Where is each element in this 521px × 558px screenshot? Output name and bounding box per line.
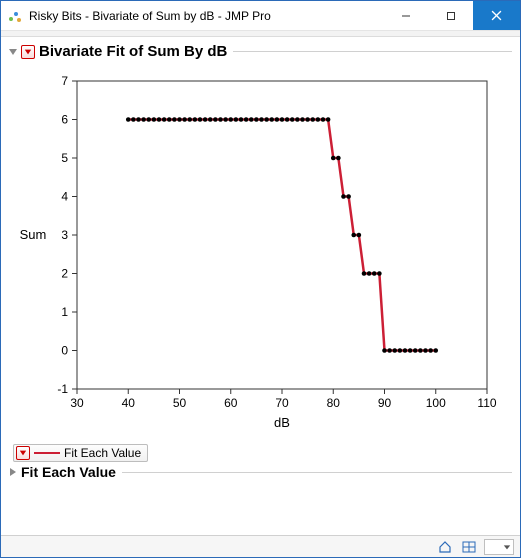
window-title: Risky Bits - Bivariate of Sum by dB - JM… xyxy=(29,9,383,23)
statusbar xyxy=(1,535,520,557)
legend-row: Fit Each Value xyxy=(7,442,512,462)
svg-text:7: 7 xyxy=(61,74,68,88)
panel-header: Bivariate Fit of Sum By dB xyxy=(7,43,512,60)
hotspot-menu-icon[interactable] xyxy=(21,45,35,59)
content-area: Bivariate Fit of Sum By dB 3040506070809… xyxy=(1,37,520,535)
svg-text:6: 6 xyxy=(61,113,68,127)
legend-hotspot-icon[interactable] xyxy=(16,446,30,460)
status-dropdown[interactable] xyxy=(484,539,514,555)
svg-text:3: 3 xyxy=(61,228,68,242)
svg-text:100: 100 xyxy=(425,396,445,410)
svg-text:80: 80 xyxy=(326,396,340,410)
disclosure-triangle-icon[interactable] xyxy=(7,46,19,58)
svg-text:60: 60 xyxy=(224,396,238,410)
subpanel-title: Fit Each Value xyxy=(21,464,116,480)
svg-text:70: 70 xyxy=(275,396,289,410)
chart[interactable]: 30 40 50 60 70 80 90 100 110 -1 0 1 2 3 4 5 6 7 dB Sum xyxy=(7,62,512,442)
window-controls xyxy=(383,1,520,30)
app-window: Risky Bits - Bivariate of Sum by dB - JM… xyxy=(0,0,521,558)
titlebar: Risky Bits - Bivariate of Sum by dB - JM… xyxy=(1,1,520,31)
legend-fit-each-value[interactable]: Fit Each Value xyxy=(13,444,148,462)
svg-text:30: 30 xyxy=(70,396,84,410)
disclosure-triangle-closed-icon[interactable] xyxy=(7,466,19,478)
title-rule xyxy=(122,472,512,473)
subpanel-header: Fit Each Value xyxy=(7,462,512,480)
app-icon xyxy=(7,8,23,24)
minimize-button[interactable] xyxy=(383,1,428,30)
svg-text:50: 50 xyxy=(172,396,186,410)
layout-icon[interactable] xyxy=(460,539,478,555)
close-button[interactable] xyxy=(473,1,520,30)
svg-text:90: 90 xyxy=(377,396,391,410)
title-rule xyxy=(233,51,512,52)
svg-text:Sum: Sum xyxy=(19,227,46,242)
svg-text:1: 1 xyxy=(61,305,68,319)
svg-text:110: 110 xyxy=(477,396,496,410)
svg-text:4: 4 xyxy=(61,190,68,204)
legend-line-swatch xyxy=(34,452,60,454)
svg-text:dB: dB xyxy=(274,415,290,430)
svg-text:-1: -1 xyxy=(57,382,68,396)
svg-text:2: 2 xyxy=(61,267,68,281)
panel-title: Bivariate Fit of Sum By dB xyxy=(39,43,227,60)
svg-text:5: 5 xyxy=(61,151,68,165)
maximize-button[interactable] xyxy=(428,1,473,30)
svg-text:40: 40 xyxy=(121,396,135,410)
home-icon[interactable] xyxy=(436,539,454,555)
svg-text:0: 0 xyxy=(61,344,68,358)
legend-label: Fit Each Value xyxy=(64,446,141,460)
